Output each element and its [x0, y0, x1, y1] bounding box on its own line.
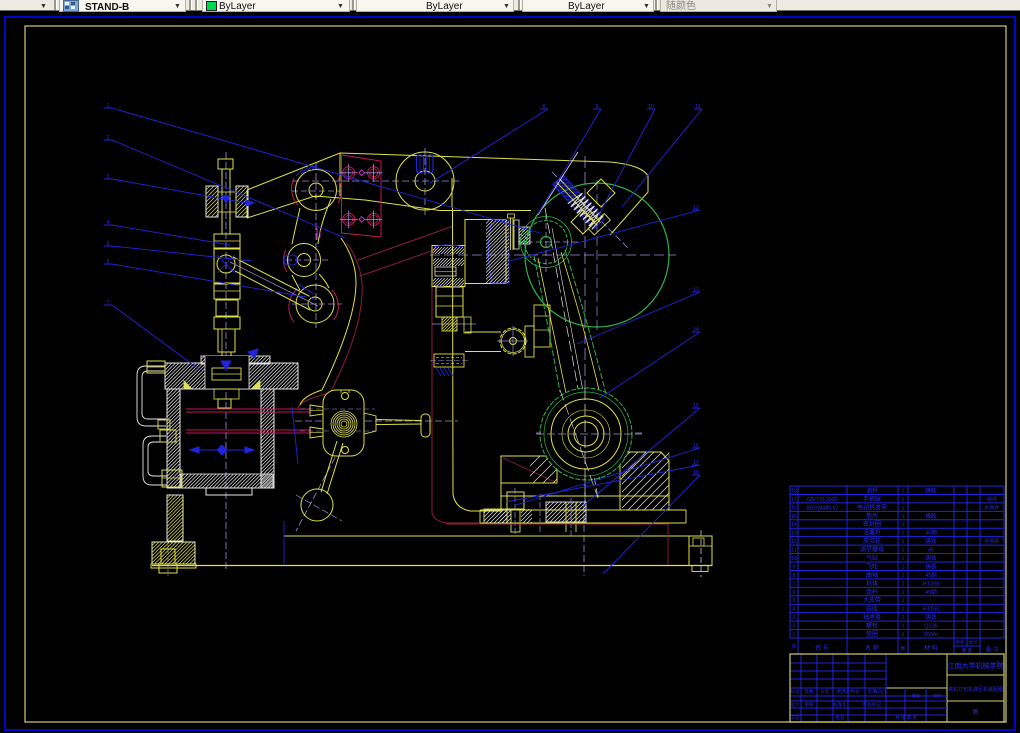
svg-text:17: 17	[791, 497, 797, 503]
svg-text:18: 18	[791, 488, 797, 494]
svg-text:1: 1	[902, 531, 905, 537]
svg-text:审核: 审核	[805, 701, 814, 708]
svg-text:1: 1	[902, 581, 905, 587]
svg-text:垫片: 垫片	[866, 512, 878, 520]
svg-text:1: 1	[902, 548, 905, 554]
svg-text:重 量: 重 量	[962, 647, 973, 654]
svg-text:1: 1	[902, 590, 905, 596]
svg-text:电动机皮带: 电动机皮带	[857, 503, 887, 511]
svg-text:Q235: Q235	[924, 624, 937, 630]
svg-text:2: 2	[793, 624, 796, 630]
svg-text:1: 1	[902, 564, 905, 570]
svg-text:手柄球: 手柄球	[863, 495, 881, 503]
svg-text:图: 图	[972, 709, 978, 716]
svg-text:棉花打包机液压机装配图: 棉花打包机液压机装配图	[948, 686, 1003, 693]
svg-text:1: 1	[902, 556, 905, 562]
svg-text:单件: 单件	[956, 639, 965, 646]
svg-text:铸铁: 铸铁	[925, 562, 937, 570]
svg-text:江南大学机械学院: 江南大学机械学院	[948, 661, 1004, 670]
svg-text:外购件: 外购件	[984, 504, 999, 511]
svg-text:1: 1	[902, 505, 905, 511]
svg-text:1: 1	[902, 488, 905, 494]
svg-text:9: 9	[793, 564, 796, 570]
svg-text:14: 14	[791, 522, 797, 528]
svg-text:底座: 底座	[866, 605, 878, 613]
svg-text:活塞杆: 活塞杆	[863, 529, 881, 537]
svg-text:油杯: 油杯	[866, 486, 878, 494]
svg-text:曲轴: 曲轴	[866, 571, 878, 579]
svg-text:标记: 标记	[791, 688, 800, 695]
svg-text:机体: 机体	[866, 579, 878, 587]
svg-text:代 号: 代 号	[815, 644, 829, 652]
svg-text:1: 1	[902, 624, 905, 630]
svg-text:7: 7	[793, 581, 796, 587]
svg-text:轴承盖: 轴承盖	[863, 613, 881, 621]
svg-text:材 料: 材 料	[924, 644, 938, 652]
svg-text:飞轮: 飞轮	[866, 562, 878, 570]
svg-text:序: 序	[792, 643, 797, 650]
svg-text:45钢: 45钢	[925, 588, 937, 596]
svg-text:批准: 批准	[836, 714, 845, 721]
svg-text:1: 1	[902, 539, 905, 545]
svg-text:共 张 第 张: 共 张 第 张	[895, 714, 917, 721]
svg-text:铸铁: 铸铁	[925, 537, 937, 545]
svg-text:重量: 重量	[912, 692, 920, 698]
svg-text:连杆: 连杆	[866, 588, 878, 596]
svg-text:16: 16	[791, 505, 797, 511]
svg-text:11: 11	[791, 548, 796, 554]
svg-text:组件: 组件	[987, 496, 997, 503]
svg-text:GB/T70-2000: GB/T70-2000	[807, 497, 837, 503]
svg-text:65Mn: 65Mn	[924, 632, 938, 638]
svg-text:45: 45	[928, 548, 934, 554]
svg-text:3: 3	[793, 615, 796, 621]
svg-text:密封圈: 密封圈	[863, 520, 881, 528]
svg-text:1: 1	[902, 598, 905, 604]
svg-text:HT150: HT150	[923, 607, 940, 613]
svg-text:铸铁: 铸铁	[925, 554, 937, 562]
svg-text:1: 1	[902, 632, 905, 638]
svg-text:处数: 处数	[805, 688, 814, 695]
svg-text:大皮带: 大皮带	[863, 596, 881, 604]
svg-text:6: 6	[793, 590, 796, 596]
svg-text:1: 1	[902, 573, 905, 579]
svg-text:阶段标记: 阶段标记	[863, 701, 881, 708]
svg-text:外购件: 外购件	[984, 538, 999, 545]
svg-text:1: 1	[902, 514, 905, 520]
svg-text:总计: 总计	[969, 639, 978, 646]
svg-text:垫圈: 垫圈	[866, 630, 878, 638]
svg-text:1: 1	[902, 497, 905, 503]
svg-text:5: 5	[793, 598, 796, 604]
svg-text:皮带轮: 皮带轮	[863, 537, 881, 545]
svg-text:调节螺母: 调节螺母	[860, 546, 884, 554]
svg-text:45钢: 45钢	[925, 529, 937, 537]
svg-text:分区: 分区	[821, 688, 830, 695]
svg-text:1: 1	[793, 632, 796, 638]
svg-text:10: 10	[791, 556, 797, 562]
svg-text:4: 4	[793, 607, 796, 613]
svg-text:工艺: 工艺	[791, 715, 800, 720]
svg-text:1: 1	[902, 607, 905, 613]
svg-text:铸铁: 铸铁	[925, 613, 937, 621]
svg-text:13: 13	[791, 531, 797, 537]
svg-text:备 注: 备 注	[986, 645, 999, 653]
svg-text:更改文件号: 更改文件号	[837, 688, 860, 695]
svg-text:年月日: 年月日	[874, 688, 886, 694]
svg-text:数: 数	[901, 645, 906, 652]
svg-text:HT200: HT200	[923, 581, 940, 587]
svg-text:1: 1	[902, 522, 905, 528]
svg-text:铸铁: 铸铁	[925, 486, 937, 494]
svg-text:气缸: 气缸	[866, 554, 878, 562]
svg-text:标准化: 标准化	[833, 701, 847, 708]
svg-text:JB/ZQ4390-97: JB/ZQ4390-97	[806, 505, 839, 511]
svg-text:名 称: 名 称	[865, 644, 879, 652]
svg-text:1: 1	[902, 615, 905, 621]
svg-text:橡胶: 橡胶	[925, 512, 937, 520]
svg-text:8: 8	[793, 573, 796, 579]
svg-text:15: 15	[791, 514, 797, 520]
svg-text:设计: 设计	[791, 701, 800, 708]
svg-text:45钢: 45钢	[925, 571, 937, 579]
svg-text:比例: 比例	[933, 692, 941, 698]
svg-text:12: 12	[791, 539, 797, 545]
svg-text:螺栓: 螺栓	[866, 622, 878, 630]
